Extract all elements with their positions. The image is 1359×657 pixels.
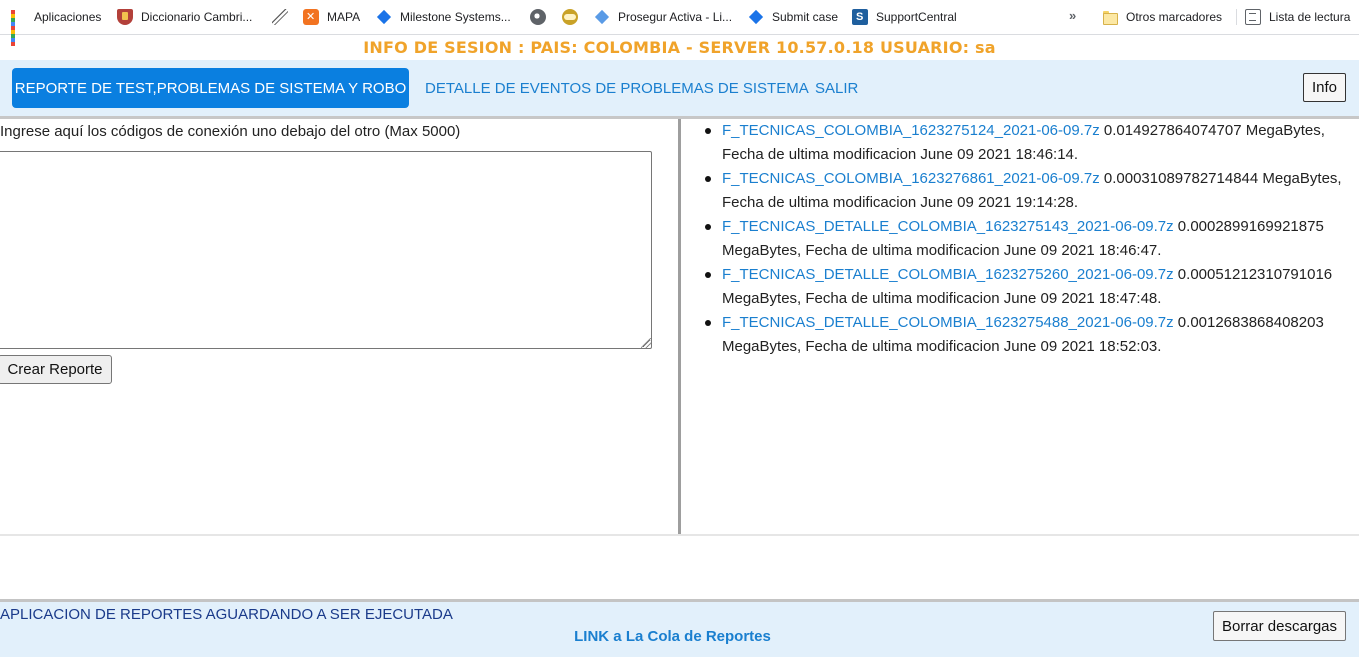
- bookmark-feather[interactable]: [272, 8, 296, 26]
- supportcentral-icon: [852, 9, 868, 25]
- nav-bar: REPORTE DE TEST,PROBLEMAS DE SISTEMA Y R…: [0, 60, 1359, 116]
- globe-icon: [530, 9, 546, 25]
- list-item: F_TECNICAS_DETALLE_COLOMBIA_1623275143_2…: [705, 215, 1357, 263]
- folder-icon: [1102, 9, 1118, 25]
- cola-reportes-link[interactable]: LINK a La Cola de Reportes: [0, 628, 1345, 645]
- info-button[interactable]: Info: [1303, 73, 1346, 102]
- borrar-descargas-button[interactable]: Borrar descargas: [1213, 611, 1346, 641]
- tab-salir[interactable]: SALIR: [815, 68, 858, 108]
- bookmark-mapa[interactable]: MAPA: [303, 8, 360, 26]
- prosegur-diamond-icon: [594, 9, 610, 25]
- bookmarks-overflow-chevron-icon[interactable]: »: [1069, 8, 1076, 23]
- cloud-icon: [562, 9, 578, 25]
- codes-label: Ingrese aquí los códigos de conexión uno…: [0, 123, 461, 140]
- file-download-link[interactable]: F_TECNICAS_COLOMBIA_1623275124_2021-06-0…: [722, 122, 1100, 139]
- list-item: F_TECNICAS_DETALLE_COLOMBIA_1623275260_2…: [705, 263, 1357, 311]
- file-download-link[interactable]: F_TECNICAS_DETALLE_COLOMBIA_1623275143_2…: [722, 218, 1174, 235]
- apps-grid-icon: [10, 9, 26, 46]
- bookmark-otros-marcadores[interactable]: Otros marcadores: [1102, 8, 1222, 26]
- main-bottom-border: [0, 534, 1359, 536]
- feather-icon: [272, 9, 288, 25]
- file-list: F_TECNICAS_COLOMBIA_1623275124_2021-06-0…: [705, 119, 1357, 359]
- list-item: F_TECNICAS_DETALLE_COLOMBIA_1623275488_2…: [705, 311, 1357, 359]
- file-download-link[interactable]: F_TECNICAS_DETALLE_COLOMBIA_1623275260_2…: [722, 266, 1174, 283]
- bookmark-aplicaciones[interactable]: Aplicaciones: [10, 8, 102, 46]
- bookmark-label: Milestone Systems...: [400, 10, 511, 24]
- tab-detalle-eventos[interactable]: DETALLE DE EVENTOS DE PROBLEMAS DE SISTE…: [425, 68, 809, 108]
- bookmark-label: Diccionario Cambri...: [141, 10, 253, 24]
- bookmark-globe[interactable]: [530, 8, 554, 26]
- bookmark-supportcentral[interactable]: SupportCentral: [852, 8, 957, 26]
- bookmark-label: Lista de lectura: [1269, 10, 1351, 24]
- bookmarks-bar: Aplicaciones Diccionario Cambri... MAPA …: [0, 0, 1359, 46]
- bookmark-cloud[interactable]: [562, 8, 586, 26]
- files-panel: F_TECNICAS_COLOMBIA_1623275124_2021-06-0…: [681, 119, 1359, 534]
- footer-bar: APLICACION DE REPORTES AGUARDANDO A SER …: [0, 602, 1359, 657]
- bookmark-diccionario-cambridge[interactable]: Diccionario Cambri...: [117, 8, 252, 26]
- bookmark-prosegur-activa[interactable]: Prosegur Activa - Li...: [594, 8, 732, 26]
- bookmark-label: Aplicaciones: [34, 10, 102, 24]
- codes-form-panel: Ingrese aquí los códigos de conexión uno…: [0, 119, 678, 534]
- list-item: F_TECNICAS_COLOMBIA_1623276861_2021-06-0…: [705, 167, 1357, 215]
- bookmark-label: SupportCentral: [876, 10, 957, 24]
- reading-list-icon: [1245, 9, 1261, 25]
- session-info-banner: INFO DE SESION : PAIS: COLOMBIA - SERVER…: [363, 38, 996, 57]
- list-item: F_TECNICAS_COLOMBIA_1623275124_2021-06-0…: [705, 119, 1357, 167]
- submit-diamond-icon: [748, 9, 764, 25]
- bookmarks-divider: [1236, 9, 1237, 25]
- xampp-icon: [303, 9, 319, 25]
- tab-reporte-test-problemas[interactable]: REPORTE DE TEST,PROBLEMAS DE SISTEMA Y R…: [12, 68, 409, 108]
- crear-reporte-button[interactable]: Crear Reporte: [0, 355, 112, 384]
- bookmark-label: Otros marcadores: [1126, 10, 1223, 24]
- status-text: APLICACION DE REPORTES AGUARDANDO A SER …: [0, 606, 453, 623]
- bookmark-submit-case[interactable]: Submit case: [748, 8, 838, 26]
- bookmark-milestone-systems[interactable]: Milestone Systems...: [376, 8, 511, 26]
- file-download-link[interactable]: F_TECNICAS_DETALLE_COLOMBIA_1623275488_2…: [722, 314, 1174, 331]
- bookmark-label: Submit case: [772, 10, 839, 24]
- bookmark-label: Prosegur Activa - Li...: [618, 10, 733, 24]
- bookmark-lista-de-lectura[interactable]: Lista de lectura: [1245, 8, 1350, 26]
- milestone-diamond-icon: [376, 9, 392, 25]
- codes-textarea[interactable]: [0, 151, 652, 349]
- file-download-link[interactable]: F_TECNICAS_COLOMBIA_1623276861_2021-06-0…: [722, 170, 1100, 187]
- cambridge-shield-icon: [117, 9, 133, 25]
- bookmark-label: MAPA: [327, 10, 361, 24]
